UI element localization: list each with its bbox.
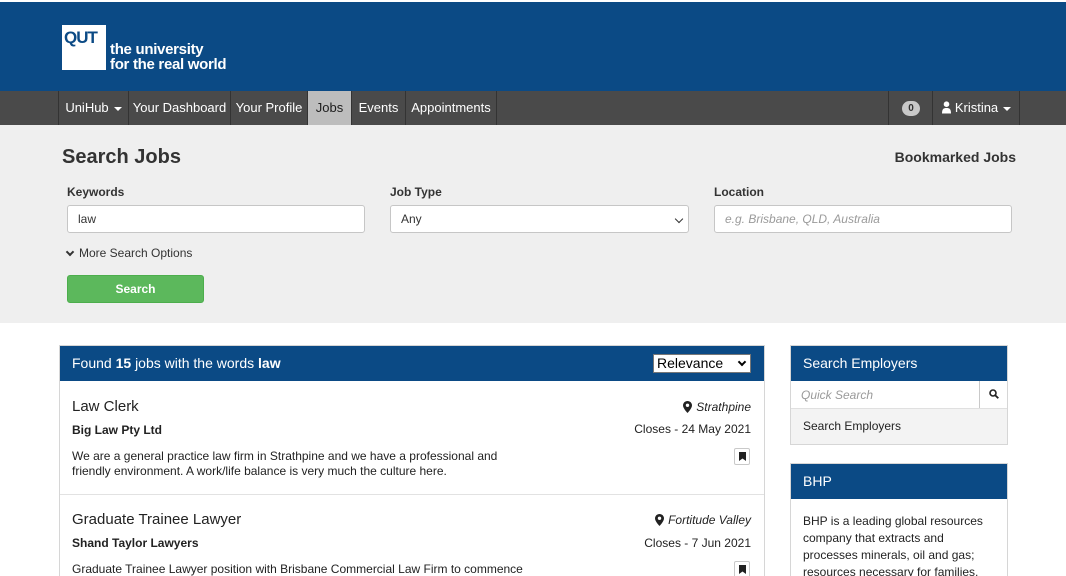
- nav-unihub[interactable]: UniHub: [58, 91, 129, 125]
- bookmark-button[interactable]: [734, 448, 750, 465]
- job-listing[interactable]: Law Clerk Big Law Pty Ltd We are a gener…: [60, 381, 764, 495]
- job-closing-date: Closes - 24 May 2021: [634, 422, 751, 436]
- job-title[interactable]: Law Clerk: [72, 398, 139, 415]
- more-search-options-toggle[interactable]: More Search Options: [65, 246, 193, 260]
- job-description: We are a general practice law firm in St…: [72, 449, 498, 478]
- nav-events[interactable]: Events: [352, 91, 406, 125]
- bookmark-icon: [739, 565, 746, 574]
- bookmarked-jobs-link[interactable]: Bookmarked Jobs: [895, 149, 1016, 165]
- search-employers-header: Search Employers: [791, 346, 1007, 381]
- map-pin-icon: [655, 514, 665, 526]
- nav-jobs[interactable]: Jobs: [308, 91, 352, 125]
- qut-logo[interactable]: QUT: [62, 25, 106, 70]
- results-header: Found 15 jobs with the words law Relevan…: [60, 346, 764, 381]
- bookmark-button[interactable]: [734, 561, 750, 576]
- chevron-down-icon: [65, 247, 75, 257]
- job-type-select[interactable]: Any: [390, 205, 689, 233]
- tagline-line1: the university: [110, 41, 204, 58]
- quick-search-row: [791, 381, 1007, 409]
- search-employers-link[interactable]: Search Employers: [791, 409, 1007, 444]
- job-description: Graduate Trainee Lawyer position with Br…: [72, 562, 523, 576]
- nav-appointments[interactable]: Appointments: [406, 91, 497, 125]
- results-term: law: [258, 355, 281, 371]
- featured-employer-panel: BHP BHP is a leading global resources co…: [790, 463, 1008, 576]
- user-name: Kristina: [954, 100, 999, 115]
- keywords-label: Keywords: [67, 185, 125, 199]
- job-type-value: Any: [401, 212, 422, 226]
- bookmark-icon: [739, 452, 746, 461]
- chevron-down-icon: [674, 214, 684, 224]
- job-location: Strathpine: [683, 400, 751, 414]
- keywords-input[interactable]: [67, 205, 365, 233]
- search-button[interactable]: Search: [67, 275, 204, 303]
- job-listing[interactable]: Graduate Trainee Lawyer Shand Taylor Law…: [60, 495, 764, 576]
- tagline-line2: for the real world: [110, 56, 227, 73]
- quick-search-button[interactable]: [979, 381, 1007, 408]
- location-input[interactable]: [714, 205, 1012, 233]
- featured-employer-header[interactable]: BHP: [791, 464, 1007, 499]
- quick-search-input[interactable]: [791, 381, 980, 408]
- nav-unihub-label: UniHub: [65, 100, 109, 115]
- nav-your-dashboard[interactable]: Your Dashboard: [129, 91, 231, 125]
- location-label: Location: [714, 185, 764, 199]
- logo-tagline: the university for the real world: [110, 41, 227, 73]
- job-type-label: Job Type: [390, 185, 442, 199]
- search-icon: [989, 389, 999, 399]
- user-icon: [942, 101, 951, 114]
- header-banner: QUT the university for the real world: [0, 0, 1066, 91]
- nav-your-profile[interactable]: Your Profile: [231, 91, 308, 125]
- chevron-down-icon: [1003, 106, 1012, 111]
- page-title: Search Jobs: [62, 146, 181, 168]
- results-middle: jobs with the words: [135, 355, 255, 371]
- job-company: Shand Taylor Lawyers: [72, 536, 199, 550]
- results-panel: Found 15 jobs with the words law Relevan…: [59, 345, 765, 576]
- more-options-label: More Search Options: [79, 246, 193, 260]
- job-closing-date: Closes - 7 Jun 2021: [644, 536, 751, 550]
- job-location-text: Fortitude Valley: [668, 513, 751, 527]
- job-location-text: Strathpine: [696, 400, 751, 414]
- chevron-down-icon: [113, 106, 122, 111]
- results-prefix: Found: [72, 355, 112, 371]
- notification-badge[interactable]: 0: [902, 101, 920, 116]
- job-location: Fortitude Valley: [655, 513, 751, 527]
- sort-value: Relevance: [657, 355, 724, 371]
- chevron-down-icon: [737, 357, 747, 367]
- search-employers-panel: Search Employers Search Employers: [790, 345, 1008, 445]
- sort-select[interactable]: Relevance: [653, 354, 751, 373]
- job-title[interactable]: Graduate Trainee Lawyer: [72, 511, 241, 528]
- results-count: 15: [115, 355, 132, 371]
- map-pin-icon: [683, 401, 693, 413]
- logo-mark: QUT: [64, 28, 98, 47]
- featured-employer-description: BHP is a leading global resources compan…: [791, 499, 1007, 576]
- job-company: Big Law Pty Ltd: [72, 423, 162, 437]
